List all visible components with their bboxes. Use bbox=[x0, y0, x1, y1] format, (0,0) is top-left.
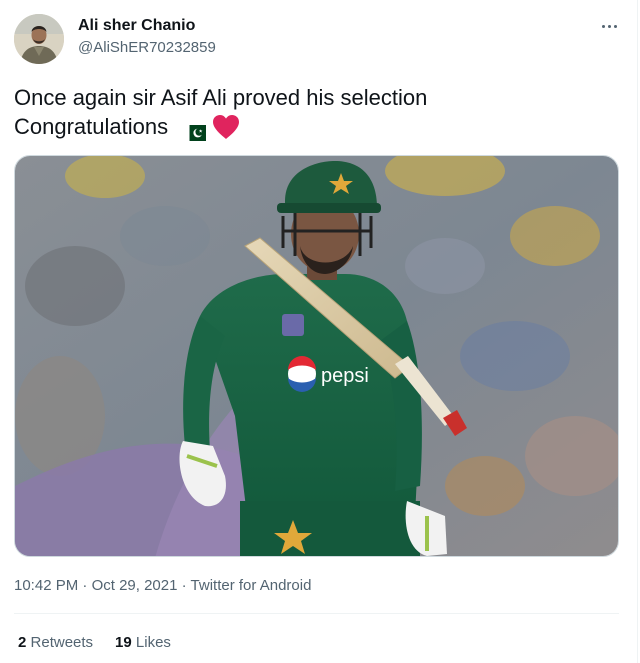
tweet-text: Once again sir Asif Ali proved his selec… bbox=[14, 83, 614, 141]
tweet-card: Ali sher Chanio @AliShER70232859 Once ag… bbox=[0, 0, 638, 663]
likes-stat[interactable]: 19 Likes bbox=[115, 633, 171, 653]
tweet-meta: 10:42 PM · Oct 29, 2021 · Twitter for An… bbox=[14, 576, 311, 596]
avatar[interactable] bbox=[14, 14, 64, 64]
retweets-count: 2 bbox=[18, 634, 27, 651]
meta-separator: · bbox=[177, 577, 191, 594]
jersey-sponsor-text: pepsi bbox=[321, 365, 369, 387]
tweet-line-2-text: Congratulations bbox=[14, 114, 169, 139]
tweet-stats: 2 Retweets 19 Likes bbox=[18, 633, 171, 653]
likes-count: 19 bbox=[115, 634, 132, 651]
tweet-date[interactable]: Oct 29, 2021 bbox=[92, 577, 178, 594]
more-icon[interactable] bbox=[598, 16, 620, 36]
tweet-source[interactable]: Twitter for Android bbox=[191, 577, 312, 594]
tweet-line-1: Once again sir Asif Ali proved his selec… bbox=[14, 85, 428, 110]
tweet-photo[interactable]: pepsi bbox=[14, 155, 619, 557]
red-heart-icon bbox=[212, 114, 240, 140]
pakistan-flag-icon bbox=[184, 119, 207, 141]
author-handle[interactable]: @AliShER70232859 bbox=[78, 38, 216, 58]
author-display-name[interactable]: Ali sher Chanio bbox=[78, 16, 216, 36]
tweet-line-2: Congratulations bbox=[14, 112, 614, 141]
tweet-time[interactable]: 10:42 PM bbox=[14, 577, 78, 594]
author-info[interactable]: Ali sher Chanio @AliShER70232859 bbox=[78, 16, 216, 58]
likes-label: Likes bbox=[135, 634, 171, 651]
meta-separator: · bbox=[78, 577, 92, 594]
retweets-label: Retweets bbox=[30, 634, 94, 651]
divider bbox=[14, 613, 619, 614]
retweets-stat[interactable]: 2 Retweets bbox=[18, 633, 93, 653]
